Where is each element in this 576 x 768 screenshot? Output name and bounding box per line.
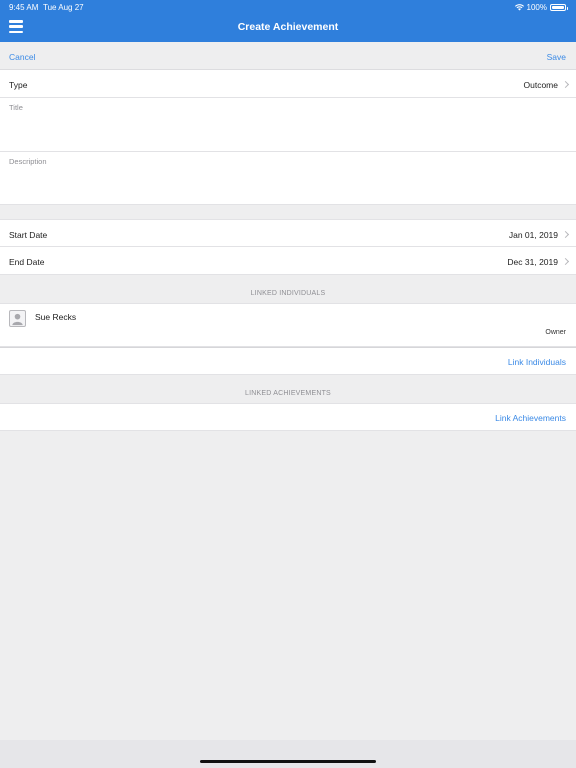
action-bar: Cancel Save bbox=[0, 42, 576, 70]
linked-individuals-header: LINKED INDIVIDUALS bbox=[250, 290, 326, 297]
link-individuals-button[interactable]: Link Individuals bbox=[508, 357, 566, 367]
status-time: 9:45 AM bbox=[9, 3, 39, 12]
status-date: Tue Aug 27 bbox=[43, 3, 84, 12]
person-role: Owner bbox=[545, 329, 566, 336]
battery-percent: 100% bbox=[526, 3, 547, 12]
save-button[interactable]: Save bbox=[547, 52, 566, 62]
chevron-right-icon bbox=[561, 230, 570, 239]
type-label: Type bbox=[9, 80, 28, 90]
page-title: Create Achievement bbox=[237, 21, 339, 33]
person-name: Sue Recks bbox=[35, 312, 77, 322]
type-value: Outcome bbox=[523, 80, 559, 90]
type-row[interactable]: Type Outcome bbox=[0, 70, 576, 98]
create-achievement-screen: 9:45 AM Tue Aug 27 100% Create Achieveme… bbox=[0, 0, 576, 768]
end-date-value: Dec 31, 2019 bbox=[507, 257, 558, 267]
start-date-value: Jan 01, 2019 bbox=[508, 230, 558, 240]
description-label: Description bbox=[9, 157, 47, 166]
title-label: Title bbox=[9, 103, 23, 112]
link-achievements-button[interactable]: Link Achievements bbox=[495, 413, 566, 423]
linked-achievements-header: LINKED ACHIEVEMENTS bbox=[245, 390, 331, 397]
nav-header: 9:45 AM Tue Aug 27 100% Create Achieveme… bbox=[0, 0, 576, 42]
link-individuals-row: Link Individuals bbox=[0, 347, 576, 375]
chevron-right-icon bbox=[561, 257, 570, 266]
end-date-label: End Date bbox=[9, 257, 45, 267]
start-date-row[interactable]: Start Date Jan 01, 2019 bbox=[0, 219, 576, 247]
status-right: 100% bbox=[514, 3, 568, 12]
start-date-label: Start Date bbox=[9, 230, 48, 240]
end-date-row[interactable]: End Date Dec 31, 2019 bbox=[0, 247, 576, 275]
title-field[interactable]: Title bbox=[0, 98, 576, 152]
bottom-bar bbox=[0, 740, 576, 768]
avatar bbox=[9, 310, 26, 327]
wifi-icon bbox=[514, 4, 524, 11]
list-item[interactable]: Sue Recks Owner bbox=[0, 303, 576, 347]
chevron-right-icon bbox=[561, 80, 570, 89]
cancel-button[interactable]: Cancel bbox=[9, 52, 35, 62]
link-achievements-row: Link Achievements bbox=[0, 403, 576, 431]
battery-icon bbox=[550, 4, 568, 11]
home-indicator bbox=[200, 760, 376, 763]
person-icon bbox=[12, 313, 23, 326]
description-field[interactable]: Description bbox=[0, 152, 576, 205]
